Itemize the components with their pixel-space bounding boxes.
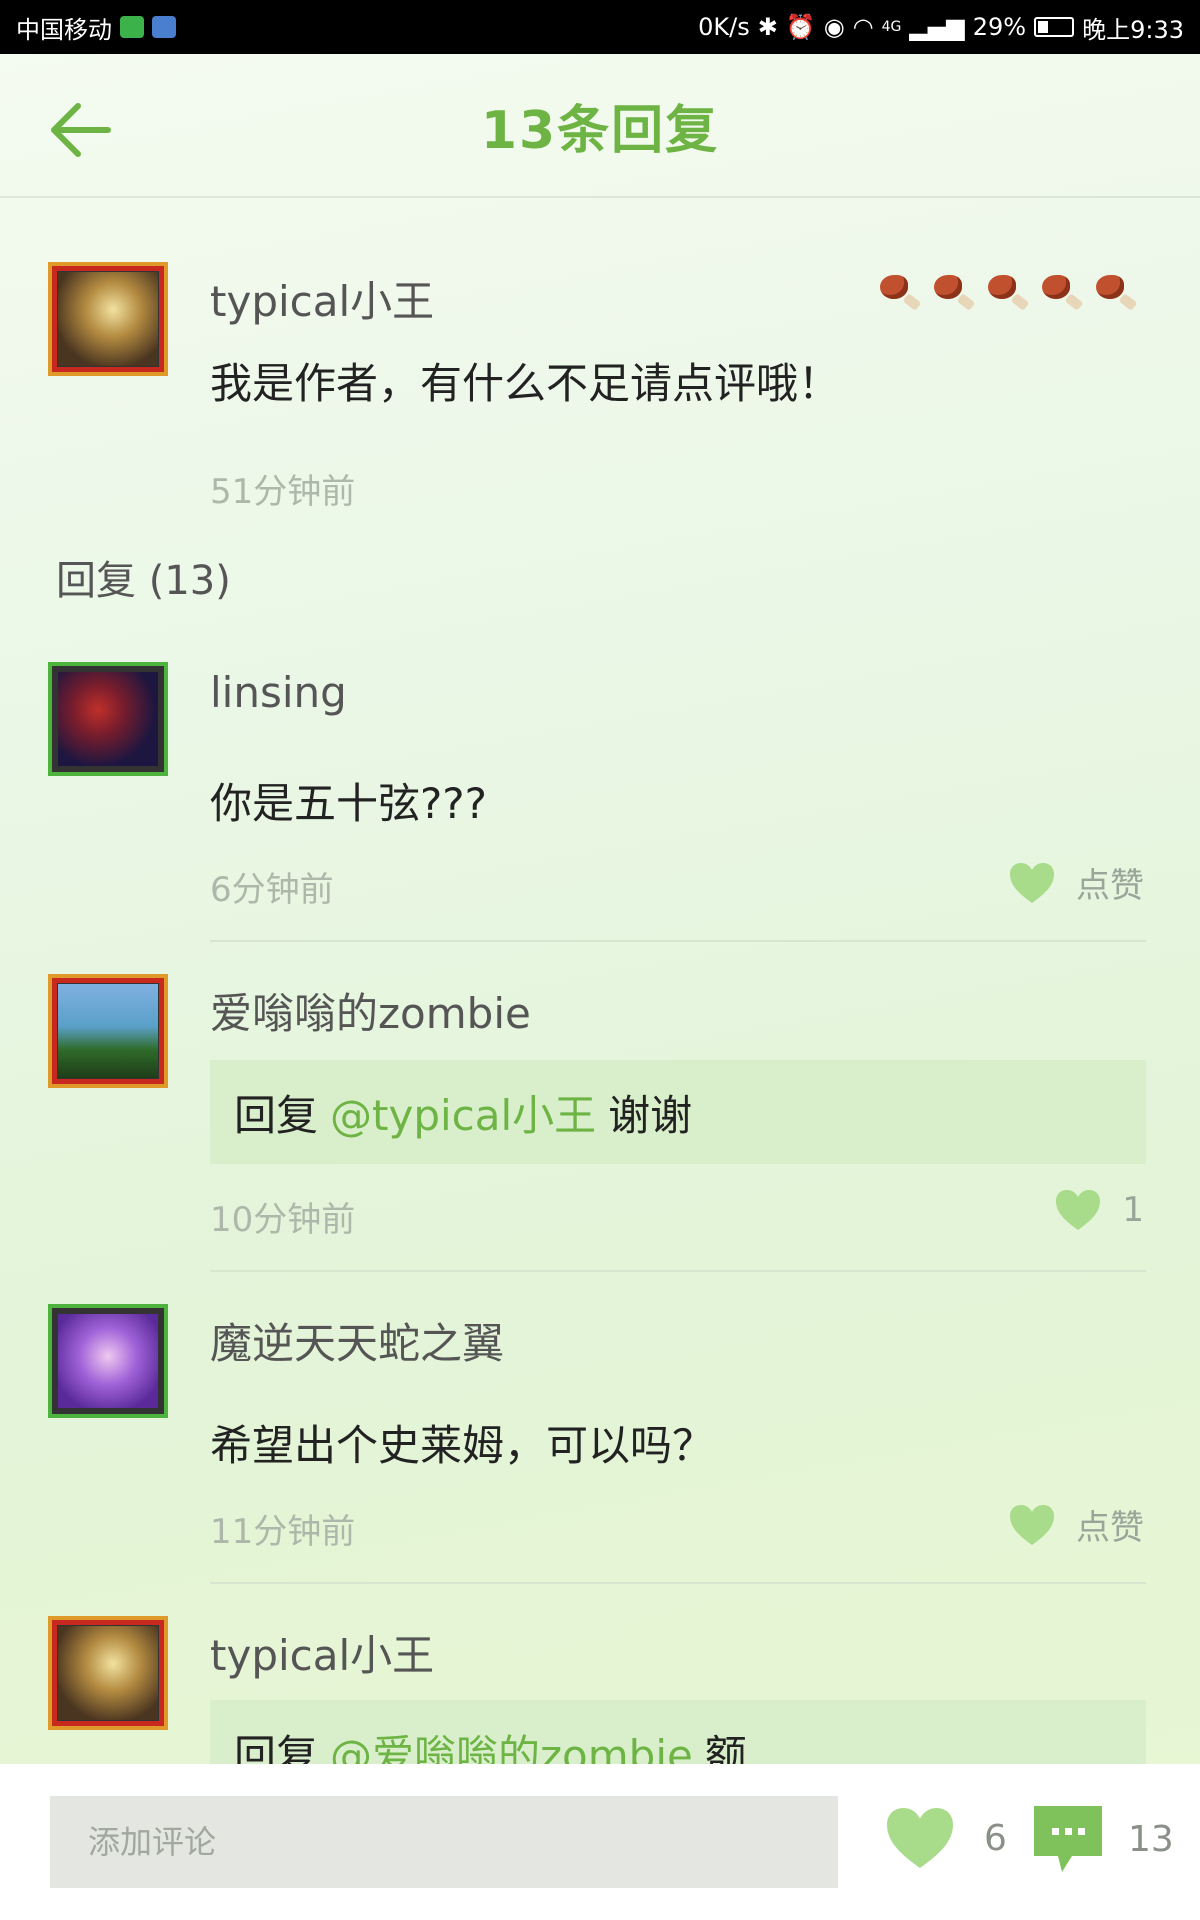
author-name[interactable]: linsing: [210, 668, 347, 717]
author-name[interactable]: 魔逆天天蛇之翼: [210, 1310, 504, 1371]
app-notification-icon: [120, 16, 144, 38]
like-button[interactable]: 点赞: [1008, 858, 1144, 907]
signal-label: 4G: [881, 19, 902, 35]
status-bar: 中国移动 0K/s ✱ ⏰ ◉ ◠ 4G ▂▄▆ 29% 晚上9:33: [0, 0, 1200, 54]
page-title: 13条回复: [480, 100, 720, 161]
avatar[interactable]: [48, 1616, 168, 1730]
comment-count: 13: [1128, 1818, 1174, 1860]
eye-icon: ◉: [823, 13, 845, 41]
reply-quote: 回复 @爱嗡嗡的zombie 额: [210, 1700, 1146, 1764]
avatar[interactable]: [48, 1304, 168, 1418]
drumstick-icon: [1096, 273, 1138, 311]
wifi-icon: ◠: [852, 13, 874, 41]
like-button[interactable]: 点赞: [1008, 1500, 1144, 1549]
like-count: 6: [984, 1817, 1007, 1859]
like-count: 1: [1122, 1190, 1144, 1230]
author-name[interactable]: typical小王: [210, 1622, 434, 1683]
divider: [210, 1582, 1146, 1584]
timestamp: 6分钟前: [210, 870, 334, 910]
reply-quote: 回复 @typical小王 谢谢: [210, 1060, 1146, 1164]
drumstick-icon: [934, 273, 976, 311]
network-speed: 0K/s: [698, 13, 750, 41]
bluetooth-icon: ✱: [757, 13, 778, 41]
author-name[interactable]: 爱嗡嗡的zombie: [210, 980, 531, 1041]
drumstick-icon: [1042, 273, 1084, 311]
quote-prefix: 回复: [234, 1090, 319, 1140]
app-notification-icon: [152, 16, 176, 38]
signal-icon: ▂▄▆: [909, 13, 965, 41]
battery-percent: 29%: [972, 13, 1027, 41]
mention-link[interactable]: @爱嗡嗡的zombie: [330, 1722, 693, 1765]
drumstick-icon: [880, 273, 922, 311]
quote-prefix: 回复: [234, 1730, 319, 1765]
drumstick-icon: [988, 273, 1030, 311]
clock: 晚上9:33: [1082, 15, 1184, 44]
carrier-label: 中国移动: [16, 15, 112, 44]
header: 13条回复: [0, 54, 1200, 198]
comments-button[interactable]: 13: [1032, 1804, 1174, 1874]
avatar[interactable]: [48, 662, 168, 776]
quote-text: 额: [704, 1730, 747, 1765]
battery-icon: [1034, 17, 1075, 37]
divider: [210, 940, 1146, 942]
comment-input[interactable]: [50, 1796, 838, 1888]
back-button[interactable]: [40, 90, 120, 170]
reply-text: 希望出个史莱姆，可以吗？: [210, 1421, 715, 1470]
reply-text: 你是五十弦???: [210, 779, 487, 828]
replies-heading: 回复 (13): [56, 558, 231, 604]
arrow-left-icon: [51, 103, 111, 157]
timestamp: 10分钟前: [210, 1200, 356, 1240]
avatar[interactable]: [48, 262, 168, 376]
alarm-icon: ⏰: [785, 13, 816, 41]
like-label: 点赞: [1076, 1508, 1144, 1548]
quote-text: 谢谢: [608, 1090, 693, 1140]
rating-drumsticks: [880, 273, 1138, 311]
comment-thread[interactable]: typical小王 我是作者，有什么不足请点评哦！ 51分钟前 回复 (13) …: [0, 198, 1200, 1764]
divider: [210, 1270, 1146, 1272]
avatar[interactable]: [48, 974, 168, 1088]
like-label: 点赞: [1076, 866, 1144, 906]
mention-link[interactable]: @typical小王: [330, 1082, 596, 1143]
heart-icon: [1010, 862, 1054, 903]
timestamp: 11分钟前: [210, 1512, 356, 1552]
heart-icon: [887, 1808, 953, 1868]
like-post-button[interactable]: 6: [884, 1804, 1007, 1872]
heart-icon: [1056, 1190, 1101, 1230]
heart-icon: [1010, 1504, 1054, 1545]
like-button[interactable]: 1: [1054, 1188, 1144, 1232]
post-text: 我是作者，有什么不足请点评哦！: [210, 359, 841, 408]
author-name[interactable]: typical小王: [210, 268, 434, 329]
timestamp: 51分钟前: [210, 472, 356, 512]
bottom-bar: 6 13: [0, 1764, 1200, 1920]
comment-bubble-icon: [1034, 1806, 1102, 1872]
